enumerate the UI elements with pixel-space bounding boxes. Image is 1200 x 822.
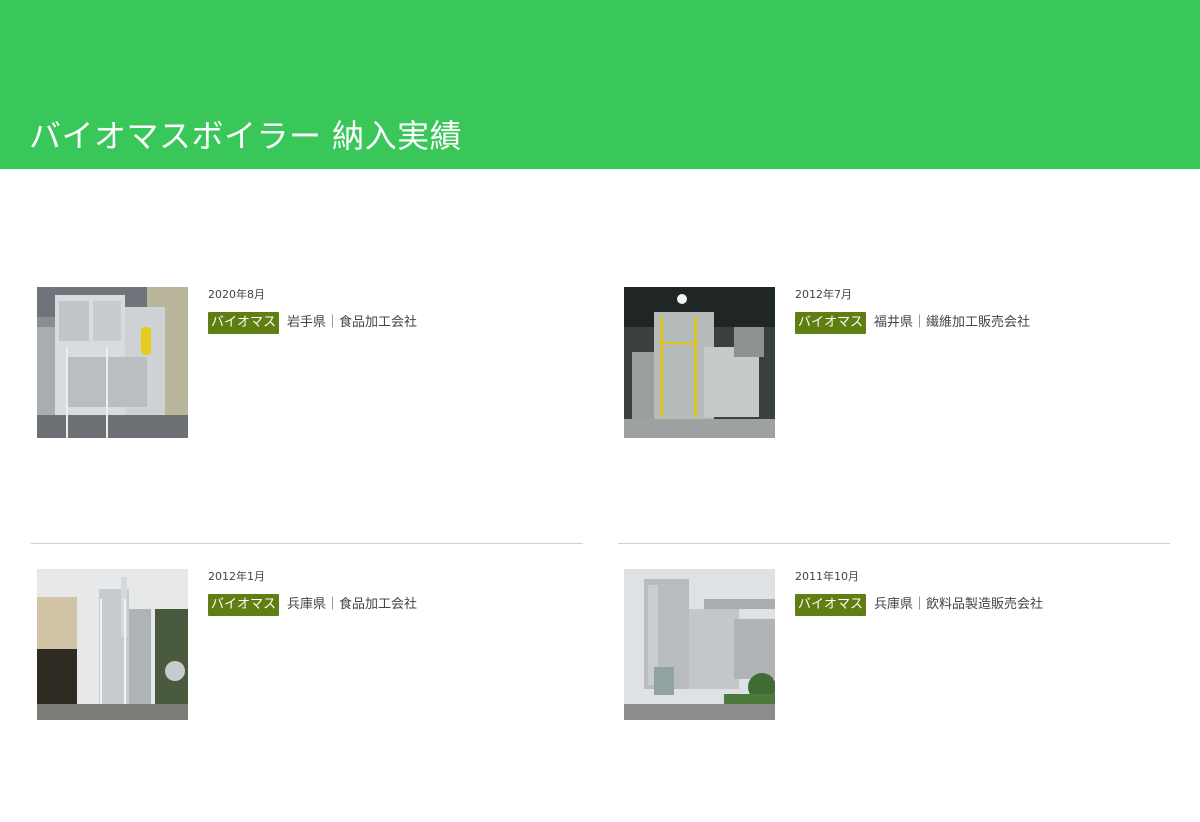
record-meta: バイオマス 兵庫県｜食品加工会社 — [208, 593, 417, 617]
category-tag[interactable]: バイオマス — [795, 594, 867, 616]
record-meta: バイオマス 岩手県｜食品加工会社 — [208, 311, 417, 335]
record-item: 2012年7月 バイオマス 福井県｜繊維加工販売会社 — [618, 282, 1170, 442]
record-date: 2020年8月 — [208, 288, 265, 301]
record-photo[interactable] — [37, 569, 188, 720]
record-item: 2020年8月 バイオマス 岩手県｜食品加工会社 — [31, 282, 583, 442]
record-item: 2011年10月 バイオマス 兵庫県｜飲料品製造販売会社 — [618, 564, 1170, 724]
page-header: バイオマスボイラー 納入実績 — [0, 0, 1200, 169]
record-location: 兵庫県｜食品加工会社 — [287, 597, 418, 612]
record-location: 福井県｜繊維加工販売会社 — [874, 315, 1031, 330]
record-date: 2012年7月 — [795, 288, 852, 301]
record-item: 2012年1月 バイオマス 兵庫県｜食品加工会社 — [31, 564, 583, 724]
category-tag[interactable]: バイオマス — [208, 312, 280, 334]
record-date: 2012年1月 — [208, 570, 265, 583]
row-divider — [618, 543, 1170, 544]
record-photo[interactable] — [624, 569, 775, 720]
record-meta: バイオマス 福井県｜繊維加工販売会社 — [795, 311, 1030, 335]
category-tag[interactable]: バイオマス — [795, 312, 867, 334]
page-title: バイオマスボイラー 納入実績 — [29, 117, 463, 155]
record-meta: バイオマス 兵庫県｜飲料品製造販売会社 — [795, 593, 1043, 617]
row-divider — [31, 543, 583, 544]
record-location: 兵庫県｜飲料品製造販売会社 — [874, 597, 1044, 612]
record-date: 2011年10月 — [795, 570, 859, 583]
category-tag[interactable]: バイオマス — [208, 594, 280, 616]
record-photo[interactable] — [624, 287, 775, 438]
record-location: 岩手県｜食品加工会社 — [287, 315, 418, 330]
record-photo[interactable] — [37, 287, 188, 438]
